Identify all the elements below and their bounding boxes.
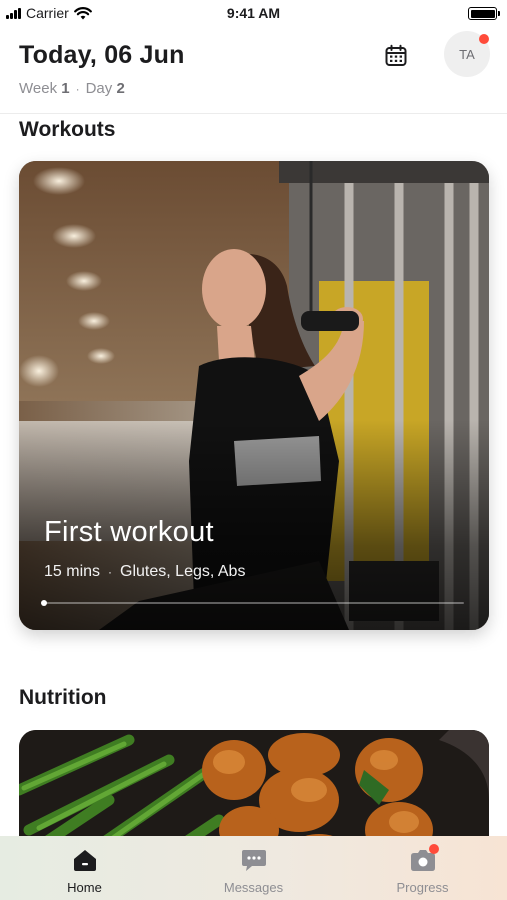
progress-knob (41, 600, 47, 606)
day-text: Day 2 (86, 80, 125, 97)
separator-dot: · (75, 81, 80, 96)
tab-progress[interactable]: Progress (338, 836, 507, 900)
tab-messages[interactable]: Messages (169, 836, 338, 900)
workout-muscles: Glutes, Legs, Abs (120, 563, 246, 580)
avatar[interactable]: TA (444, 31, 490, 77)
workout-duration: 15 mins (44, 563, 101, 580)
tab-messages-label: Messages (223, 880, 284, 895)
workout-meta: 15 mins · Glutes, Legs, Abs (44, 563, 245, 581)
calendar-button[interactable] (381, 41, 411, 71)
status-bar: Carrier 9:41 AM (0, 0, 507, 26)
day-label: Day (85, 80, 113, 97)
progress-icon-wrap (410, 844, 439, 872)
separator-dot: · (108, 565, 113, 579)
tab-progress-label: Progress (396, 880, 449, 895)
home-icon (73, 850, 96, 871)
workout-title: First workout (44, 516, 214, 548)
tab-home-label: Home (67, 880, 102, 895)
week-label: Week (19, 80, 58, 97)
header: Today, 06 Jun Week 1 · Day 2 TA (0, 26, 507, 114)
avatar-initials: TA (459, 46, 475, 62)
workout-card[interactable]: First workout 15 mins · Glutes, Legs, Ab… (19, 161, 489, 630)
chat-bubble-icon (241, 850, 266, 871)
progress-badge (428, 844, 439, 854)
week-text: Week 1 (19, 80, 70, 97)
day-value: 2 (116, 80, 125, 97)
tab-bar: Home Messages Progress (0, 836, 507, 900)
week-day-label: Week 1 · Day 2 (19, 80, 125, 97)
notification-badge (479, 34, 489, 44)
page-title: Today, 06 Jun (19, 41, 185, 69)
nutrition-section-title: Nutrition (19, 686, 107, 709)
workout-progress-bar (41, 600, 464, 606)
week-value: 1 (61, 80, 70, 97)
calendar-icon (385, 44, 407, 66)
workouts-section-title: Workouts (19, 118, 116, 141)
battery-icon (468, 7, 500, 20)
status-time: 9:41 AM (226, 5, 281, 21)
tab-home[interactable]: Home (0, 836, 169, 900)
